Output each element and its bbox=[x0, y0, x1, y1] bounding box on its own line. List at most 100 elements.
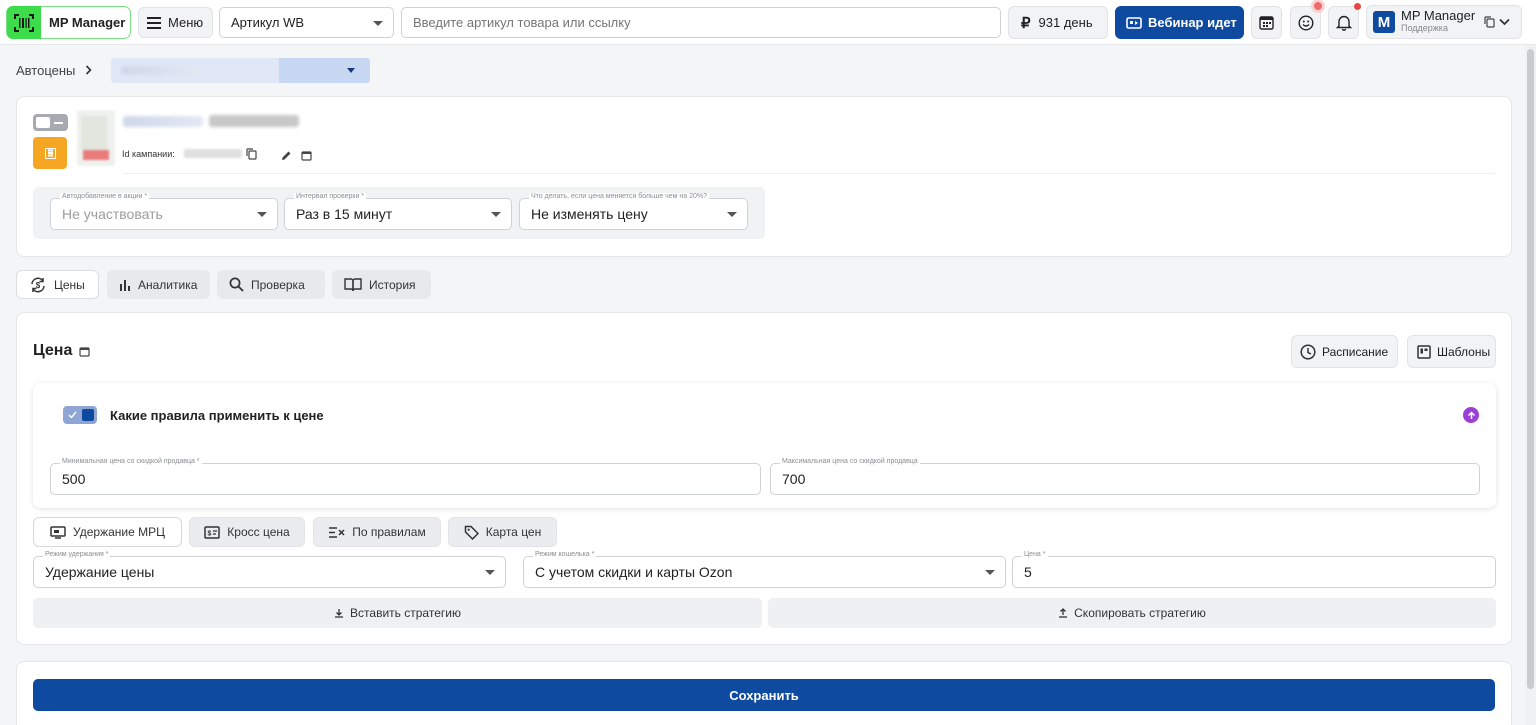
tab-analytics-label: Аналитика bbox=[138, 277, 198, 292]
hold-mode-value: Удержание цены bbox=[45, 564, 155, 580]
campaign-select[interactable] bbox=[111, 58, 370, 83]
account-text: MP Manager Поддержка bbox=[1401, 8, 1476, 34]
min-price-input[interactable]: 500 bbox=[50, 463, 761, 495]
tab-history[interactable]: История bbox=[332, 270, 431, 299]
strategy-tab-price-map-label: Карта цен bbox=[485, 525, 542, 539]
barcode-icon bbox=[7, 6, 41, 39]
balance-label: 931 день bbox=[1038, 15, 1093, 30]
divider bbox=[123, 173, 1495, 174]
tab-prices[interactable]: $ Цены bbox=[16, 270, 99, 299]
avatar: M bbox=[1373, 11, 1395, 33]
schedule-button[interactable]: Расписание bbox=[1291, 335, 1398, 368]
account-name: MP Manager bbox=[1401, 8, 1476, 23]
copy-icon[interactable] bbox=[1484, 16, 1495, 28]
scrollbar[interactable] bbox=[1525, 45, 1536, 725]
wallet-mode-select[interactable]: С учетом скидки и карты Ozon bbox=[523, 556, 1006, 588]
book-icon bbox=[344, 278, 362, 292]
calendar-icon[interactable] bbox=[301, 150, 312, 161]
calendar-button[interactable] bbox=[1251, 6, 1282, 39]
max-price-input[interactable]: 700 bbox=[770, 463, 1480, 495]
article-type-select[interactable]: Артикул WB bbox=[219, 7, 394, 38]
paste-strategy-button[interactable]: Вставить стратегию bbox=[33, 598, 762, 628]
logo-text: MP Manager bbox=[49, 15, 126, 30]
search-icon bbox=[229, 277, 244, 292]
price-label: Цена * bbox=[1022, 551, 1048, 558]
hamburger-icon bbox=[147, 16, 161, 29]
min-price-label: Минимальная цена со скидкой продавца * bbox=[60, 458, 202, 465]
rules-toggle[interactable] bbox=[63, 406, 97, 424]
auto-promo-select[interactable]: Не участвовать bbox=[50, 198, 278, 230]
paste-strategy-label: Вставить стратегию bbox=[350, 606, 461, 620]
chevron-down-icon bbox=[257, 212, 267, 217]
chevron-down-icon bbox=[491, 212, 501, 217]
scrollbar-thumb[interactable] bbox=[1527, 49, 1534, 689]
strategy-tab-mrc-hold-label: Удержание МРЦ bbox=[73, 525, 165, 539]
upload-icon bbox=[1059, 608, 1068, 618]
auto-promo-value: Не участвовать bbox=[62, 206, 163, 222]
hold-mode-select[interactable]: Удержание цены bbox=[33, 556, 506, 588]
price-input[interactable]: 5 bbox=[1012, 556, 1496, 588]
chevron-down-icon bbox=[727, 212, 737, 217]
save-button[interactable]: Сохранить bbox=[33, 679, 1495, 711]
campaign-toggle[interactable] bbox=[33, 114, 68, 131]
calendar-icon[interactable] bbox=[79, 346, 90, 357]
price-change-action-value: Не изменять цену bbox=[531, 206, 648, 222]
notification-dot bbox=[1354, 3, 1361, 10]
tab-analytics[interactable]: Аналитика bbox=[107, 270, 210, 299]
price-card: Цена Расписание Шаблоны Какие правила пр… bbox=[16, 312, 1512, 645]
strategy-tab-cross-price[interactable]: $ Кросс цена bbox=[189, 517, 305, 547]
collapse-arrow-icon[interactable] bbox=[1463, 407, 1479, 423]
product-name-redacted bbox=[123, 116, 203, 127]
notifications-button[interactable] bbox=[1328, 6, 1359, 39]
check-interval-select[interactable]: Раз в 15 минут bbox=[284, 198, 512, 230]
bar-chart-icon bbox=[120, 279, 130, 291]
templates-button[interactable]: Шаблоны bbox=[1407, 335, 1496, 368]
campaign-id-redacted bbox=[184, 149, 242, 158]
price-tag-card-icon: $ bbox=[204, 525, 221, 539]
templates-label: Шаблоны bbox=[1437, 344, 1491, 359]
svg-text:$: $ bbox=[36, 281, 41, 290]
wallet-mode-label: Режим кошелька * bbox=[533, 551, 597, 558]
strategy-tab-price-map[interactable]: Карта цен bbox=[448, 517, 557, 547]
template-icon bbox=[1417, 344, 1431, 359]
webinar-label: Вебинар идет bbox=[1148, 15, 1237, 30]
max-price-value: 700 bbox=[782, 471, 806, 487]
product-thumbnail bbox=[77, 110, 115, 166]
menu-button[interactable]: Меню bbox=[138, 7, 213, 38]
price-change-action-select[interactable]: Не изменять цену bbox=[519, 198, 748, 230]
rule-list-icon bbox=[329, 526, 345, 538]
search-input[interactable] bbox=[401, 7, 1001, 38]
article-type-value: Артикул WB bbox=[231, 15, 305, 30]
strategy-tab-rules[interactable]: По правилам bbox=[313, 517, 441, 547]
strategy-tab-rules-label: По правилам bbox=[352, 525, 426, 539]
tag-icon bbox=[464, 525, 479, 540]
video-icon bbox=[1126, 16, 1142, 29]
strategy-tab-mrc-hold[interactable]: Удержание МРЦ bbox=[33, 517, 182, 547]
schedule-label: Расписание bbox=[1322, 344, 1389, 359]
top-bar: MP Manager Меню Артикул WB ₽ 931 день Ве… bbox=[0, 0, 1536, 45]
campaign-select-highlight bbox=[279, 58, 370, 83]
download-icon bbox=[335, 609, 344, 618]
webinar-button[interactable]: Вебинар идет bbox=[1115, 6, 1244, 39]
balance-button[interactable]: ₽ 931 день bbox=[1008, 6, 1108, 39]
bell-icon bbox=[1335, 15, 1352, 31]
chevron-down-icon bbox=[985, 570, 995, 575]
max-price-label: Максимальная цена со скидкой продавца bbox=[780, 458, 920, 465]
product-article-redacted bbox=[209, 115, 299, 127]
account-button[interactable]: M MP Manager Поддержка bbox=[1366, 5, 1522, 39]
logo-button[interactable]: MP Manager bbox=[6, 6, 131, 39]
campaign-status-icon bbox=[33, 137, 67, 169]
svg-text:$: $ bbox=[208, 530, 212, 537]
smile-icon bbox=[1297, 14, 1314, 31]
chevron-down-icon bbox=[485, 570, 495, 575]
menu-label: Меню bbox=[168, 15, 204, 30]
ruble-icon: ₽ bbox=[1021, 14, 1031, 32]
chevron-down-icon bbox=[1499, 18, 1510, 26]
breadcrumb-root[interactable]: Автоцены bbox=[16, 63, 75, 78]
pencil-icon[interactable] bbox=[281, 150, 292, 161]
tab-check[interactable]: Проверка bbox=[217, 270, 325, 299]
copy-icon[interactable] bbox=[246, 148, 257, 160]
feedback-dot bbox=[1314, 2, 1322, 10]
copy-strategy-button[interactable]: Скопировать стратегию bbox=[768, 598, 1496, 628]
feedback-button[interactable] bbox=[1290, 6, 1321, 39]
